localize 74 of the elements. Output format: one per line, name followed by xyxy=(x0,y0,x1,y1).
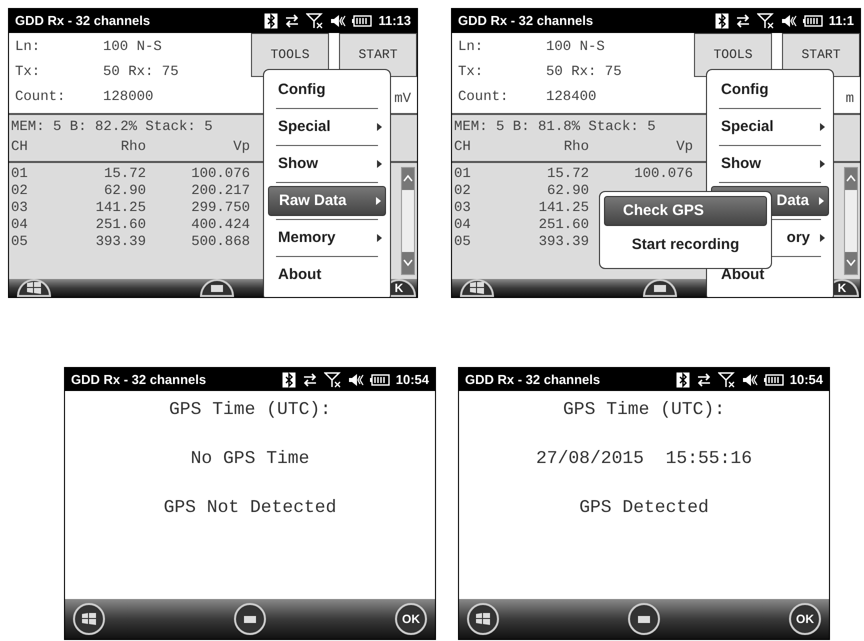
menu-item-label: Special xyxy=(277,116,331,137)
info-label: Ln: xyxy=(458,38,484,57)
table-cell-text: 03 xyxy=(454,200,472,217)
gps-text: GPS Detected xyxy=(579,497,709,520)
clock: 10:54 xyxy=(790,370,823,389)
menu-item-label: Config xyxy=(277,80,326,100)
gps-text: GPS Not Detected xyxy=(164,497,336,520)
table-cell-text: 05 xyxy=(454,234,472,251)
table-cell-text: 01 xyxy=(11,166,29,183)
clock: 11:1 xyxy=(828,12,854,30)
table-cell-text: 141.25 xyxy=(94,200,146,217)
table-cell-text: 62.90 xyxy=(546,183,589,200)
gps-text: 27/08/2015 15:55:16 xyxy=(536,448,752,471)
menu-item-label: Memory xyxy=(277,228,336,248)
table-cell-text: 400.424 xyxy=(190,217,250,234)
table-cell-text: 393.39 xyxy=(94,234,146,251)
table-cell-text: 393.39 xyxy=(538,234,589,251)
info-label: Ln: xyxy=(15,38,42,57)
menu-item-label: Data xyxy=(775,190,809,211)
window-title: GDD Rx - 32 channels xyxy=(465,370,600,389)
table-cell-text: 01 xyxy=(454,166,472,183)
memory-status: MEM: 5 B: 82.2% Stack: 5 xyxy=(11,119,213,135)
memory-status: MEM: 5 B: 81.8% Stack: 5 xyxy=(454,119,656,135)
gps-text: No GPS Time xyxy=(190,448,310,471)
unit-label: m xyxy=(846,90,854,109)
menu-item-label: Special xyxy=(720,116,774,137)
window-title: GDD Rx - 32 channels xyxy=(71,370,206,389)
info-label: Tx: xyxy=(15,63,42,82)
column-header: CH xyxy=(454,138,472,157)
table-cell-text: 02 xyxy=(11,183,29,200)
menu-item-label: Raw Data xyxy=(278,190,347,211)
menu-item-label: Show xyxy=(720,154,761,174)
column-header: Rho xyxy=(562,138,589,157)
clock: 11:13 xyxy=(378,12,411,30)
menu-item-label: About xyxy=(720,264,764,285)
table-cell-text: 15.72 xyxy=(102,166,146,183)
menu-item-label: Show xyxy=(277,154,318,174)
table-cell-text: 15.72 xyxy=(546,166,589,183)
table-cell-text: 03 xyxy=(11,200,29,217)
window-title: GDD Rx - 32 channels xyxy=(15,12,150,30)
column-header: Vp xyxy=(232,138,250,157)
column-header: CH xyxy=(11,138,29,157)
window-title: GDD Rx - 32 channels xyxy=(458,12,594,30)
table-cell-text: 100.076 xyxy=(190,166,250,183)
menu-item-label: About xyxy=(277,264,322,285)
table-cell-text: 04 xyxy=(11,217,29,234)
unit-label: mV xyxy=(394,90,411,109)
table-cell-text: 04 xyxy=(454,217,472,234)
info-label: Count: xyxy=(458,88,510,107)
clock: 10:54 xyxy=(396,370,429,389)
info-value: 100 N-S xyxy=(103,38,162,57)
info-value: 128400 xyxy=(546,88,596,107)
table-cell-text: 251.60 xyxy=(538,217,589,234)
gps-text: GPS Time (UTC): xyxy=(168,399,332,422)
info-value: 100 N-S xyxy=(546,38,605,57)
table-cell-text: 500.868 xyxy=(190,234,250,251)
column-header: Vp xyxy=(675,138,693,157)
gps-text: GPS Time (UTC): xyxy=(562,399,726,422)
info-label: Count: xyxy=(15,88,66,107)
info-value: 50 Rx: 75 xyxy=(103,63,179,82)
table-cell-text: 200.217 xyxy=(190,183,250,200)
table-cell-text: 299.750 xyxy=(190,200,250,217)
table-cell-text: 100.076 xyxy=(633,166,693,183)
info-value: 128000 xyxy=(103,88,154,107)
table-cell-text: 62.90 xyxy=(102,183,146,200)
table-cell-text: 141.25 xyxy=(538,200,589,217)
menu-item-label: ory xyxy=(786,228,810,248)
table-cell-text: 02 xyxy=(454,183,472,200)
table-cell-text: 05 xyxy=(11,234,29,251)
info-label: Tx: xyxy=(458,63,484,82)
table-cell-text: 251.60 xyxy=(94,217,146,234)
info-value: 50 Rx: 75 xyxy=(546,63,622,82)
column-header: Rho xyxy=(120,138,146,157)
menu-item-label: Config xyxy=(720,80,768,100)
